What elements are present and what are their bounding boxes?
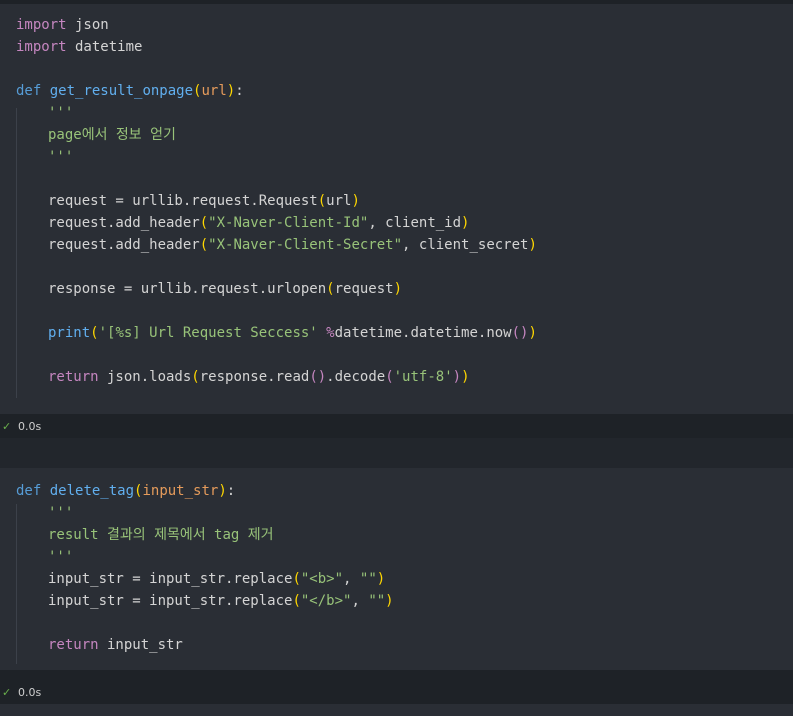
code-cell-1[interactable]: import json import datetime def get_resu… — [0, 4, 793, 414]
code-line: ''' — [48, 105, 74, 121]
code-line: def get_result_onpage(url): — [16, 83, 244, 99]
code-line: request.add_header("X-Naver-Client-Id", … — [48, 215, 470, 231]
code-line: request = urllib.request.Request(url) — [48, 193, 360, 209]
code-line: result 결과의 제목에서 tag 제거 — [48, 527, 274, 543]
code-line: return json.loads(response.read().decode… — [48, 369, 470, 385]
cell-2-status: ✓ 0.0s — [0, 682, 41, 704]
code-line: input_str = input_str.replace("<b>", "") — [48, 571, 386, 587]
code-line: def delete_tag(input_str): — [16, 483, 236, 499]
code-line: page에서 정보 얻기 — [48, 127, 176, 143]
code-line: ''' — [48, 149, 74, 165]
next-cell-edge — [0, 704, 793, 716]
code-cell-2[interactable]: def delete_tag(input_str): ''' result 결과… — [0, 468, 793, 670]
code-line: input_str = input_str.replace("</b>", ""… — [48, 593, 394, 609]
code-line: response = urllib.request.urlopen(reques… — [48, 281, 403, 297]
code-line: ''' — [48, 549, 74, 565]
cell-1-status: ✓ 0.0s — [0, 416, 41, 438]
code-line: print('[%s] Url Request Seccess' %dateti… — [48, 325, 537, 341]
cell-separator — [0, 438, 793, 468]
code-line: import json — [16, 17, 109, 33]
indent-guide — [16, 504, 17, 664]
check-icon: ✓ — [2, 686, 12, 699]
code-line: import datetime — [16, 39, 143, 55]
execution-time: 0.0s — [18, 420, 42, 433]
code-line: ''' — [48, 505, 74, 521]
code-line: return input_str — [48, 637, 183, 653]
indent-guide — [16, 108, 17, 398]
check-icon: ✓ — [2, 420, 12, 433]
code-line: request.add_header("X-Naver-Client-Secre… — [48, 237, 537, 253]
execution-time: 0.0s — [18, 686, 42, 699]
